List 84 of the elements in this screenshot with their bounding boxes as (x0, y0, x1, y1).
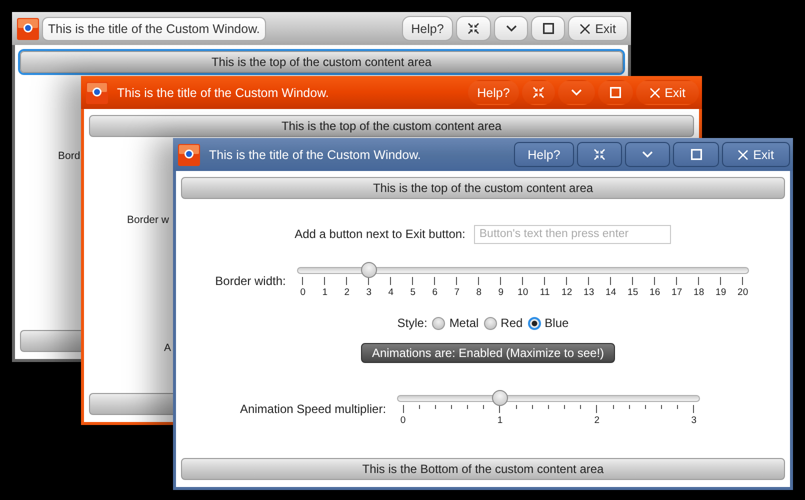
fullscreen-button[interactable] (577, 142, 622, 167)
top-content-bar[interactable]: This is the top of the custom content area (20, 51, 623, 73)
chevron-icon (506, 25, 516, 32)
tick-label: 15 (628, 287, 638, 298)
tick-label: 9 (498, 287, 504, 298)
tick-label: 14 (606, 287, 616, 298)
app-icon (86, 82, 108, 104)
fullscreen-icon (468, 23, 479, 34)
tick-label: 0 (300, 287, 306, 298)
title-bar[interactable]: This is the title of the Custom Window. Help? Exit (81, 76, 702, 109)
radio-button[interactable] (432, 316, 446, 330)
tick-label: 19 (716, 287, 726, 298)
tick-label: 16 (650, 287, 660, 298)
close-icon (738, 150, 748, 160)
maximize-icon (542, 23, 554, 34)
exit-button[interactable]: Exit (722, 142, 790, 167)
tick-label: 1 (497, 415, 503, 426)
fullscreen-icon (594, 149, 605, 160)
app-icon (178, 144, 200, 166)
radio-group-label: Style: (397, 316, 428, 330)
dropdown-button[interactable] (625, 142, 670, 167)
maximize-icon (690, 149, 702, 160)
bottom-content-bar[interactable] (89, 393, 174, 415)
fullscreen-icon (533, 87, 544, 98)
tick-label: 3 (366, 287, 372, 298)
window-title: This is the title of the Custom Window. (209, 148, 421, 162)
maximize-button[interactable] (673, 142, 719, 167)
app-icon (17, 18, 39, 40)
title-bar[interactable]: This is the title of the Custom Window. Help? Exit (12, 12, 631, 45)
slider-label: Border width: (215, 274, 286, 288)
tick-label: 3 (691, 415, 696, 426)
tick-label: 2 (344, 287, 350, 298)
maximize-button[interactable] (531, 16, 565, 41)
radio-label[interactable]: Metal (449, 316, 479, 330)
tick-label: 7 (454, 287, 460, 298)
tick-label: 0 (400, 415, 406, 426)
radio-button[interactable] (484, 316, 497, 330)
close-icon (580, 24, 590, 34)
help-button[interactable]: Help? (514, 142, 574, 167)
tick-label: 13 (584, 287, 594, 298)
slider-thumb[interactable] (492, 390, 508, 406)
tick-label: 6 (432, 287, 438, 298)
exit-button[interactable]: Exit (568, 16, 628, 41)
radio-button[interactable] (528, 316, 541, 330)
tick-label: 11 (540, 287, 550, 298)
exit-button[interactable]: Exit (636, 80, 699, 105)
tick-label: 1 (322, 287, 328, 298)
tick-label: 2 (594, 415, 600, 426)
slider-track[interactable] (397, 395, 700, 402)
tick-label: 4 (388, 287, 394, 298)
title-bar[interactable]: This is the title of the Custom Window. Help? Exit (173, 138, 793, 171)
slider-label: A (164, 342, 172, 354)
animations-toggle-button[interactable]: Animations are: Enabled (Maximize to see!) (360, 343, 616, 363)
chevron-icon (571, 89, 582, 96)
button-text-field[interactable]: Button's text then press enter (474, 224, 672, 244)
help-button[interactable]: Help? (468, 80, 519, 105)
tick-label: 10 (518, 287, 528, 298)
tick-label: 20 (738, 287, 748, 298)
maximize-icon (610, 87, 621, 98)
dropdown-button[interactable] (494, 16, 528, 41)
slider-label: Border w (127, 214, 170, 226)
tick-label: 5 (410, 287, 416, 298)
bottom-content-bar[interactable] (20, 330, 82, 352)
tick-label: 12 (562, 287, 572, 298)
field-label: Add a button next to Exit button: (294, 227, 466, 241)
slider-thumb[interactable] (360, 262, 377, 278)
slider-track[interactable] (296, 267, 749, 274)
tick-label: 18 (694, 287, 704, 298)
close-icon (650, 88, 660, 98)
slider-label: Bord (58, 150, 80, 162)
top-content-bar[interactable]: This is the top of the custom content area (181, 177, 785, 199)
radio-label[interactable]: Blue (544, 316, 569, 330)
top-content-bar[interactable]: This is the top of the custom content area (89, 115, 694, 137)
help-button[interactable]: Help? (402, 16, 453, 41)
slider-label: Animation Speed multiplier: (240, 402, 386, 416)
window-title: This is the title of the Custom Window. (42, 16, 266, 40)
bottom-content-bar[interactable]: This is the Bottom of the custom content area (181, 458, 785, 480)
tick-label: 17 (672, 287, 682, 298)
chevron-icon (642, 151, 653, 158)
tick-label: 8 (476, 287, 482, 298)
window-title: This is the title of the Custom Window. (117, 86, 329, 100)
dropdown-button[interactable] (558, 80, 595, 105)
radio-label[interactable]: Red (500, 316, 523, 330)
fullscreen-button[interactable] (456, 16, 491, 41)
